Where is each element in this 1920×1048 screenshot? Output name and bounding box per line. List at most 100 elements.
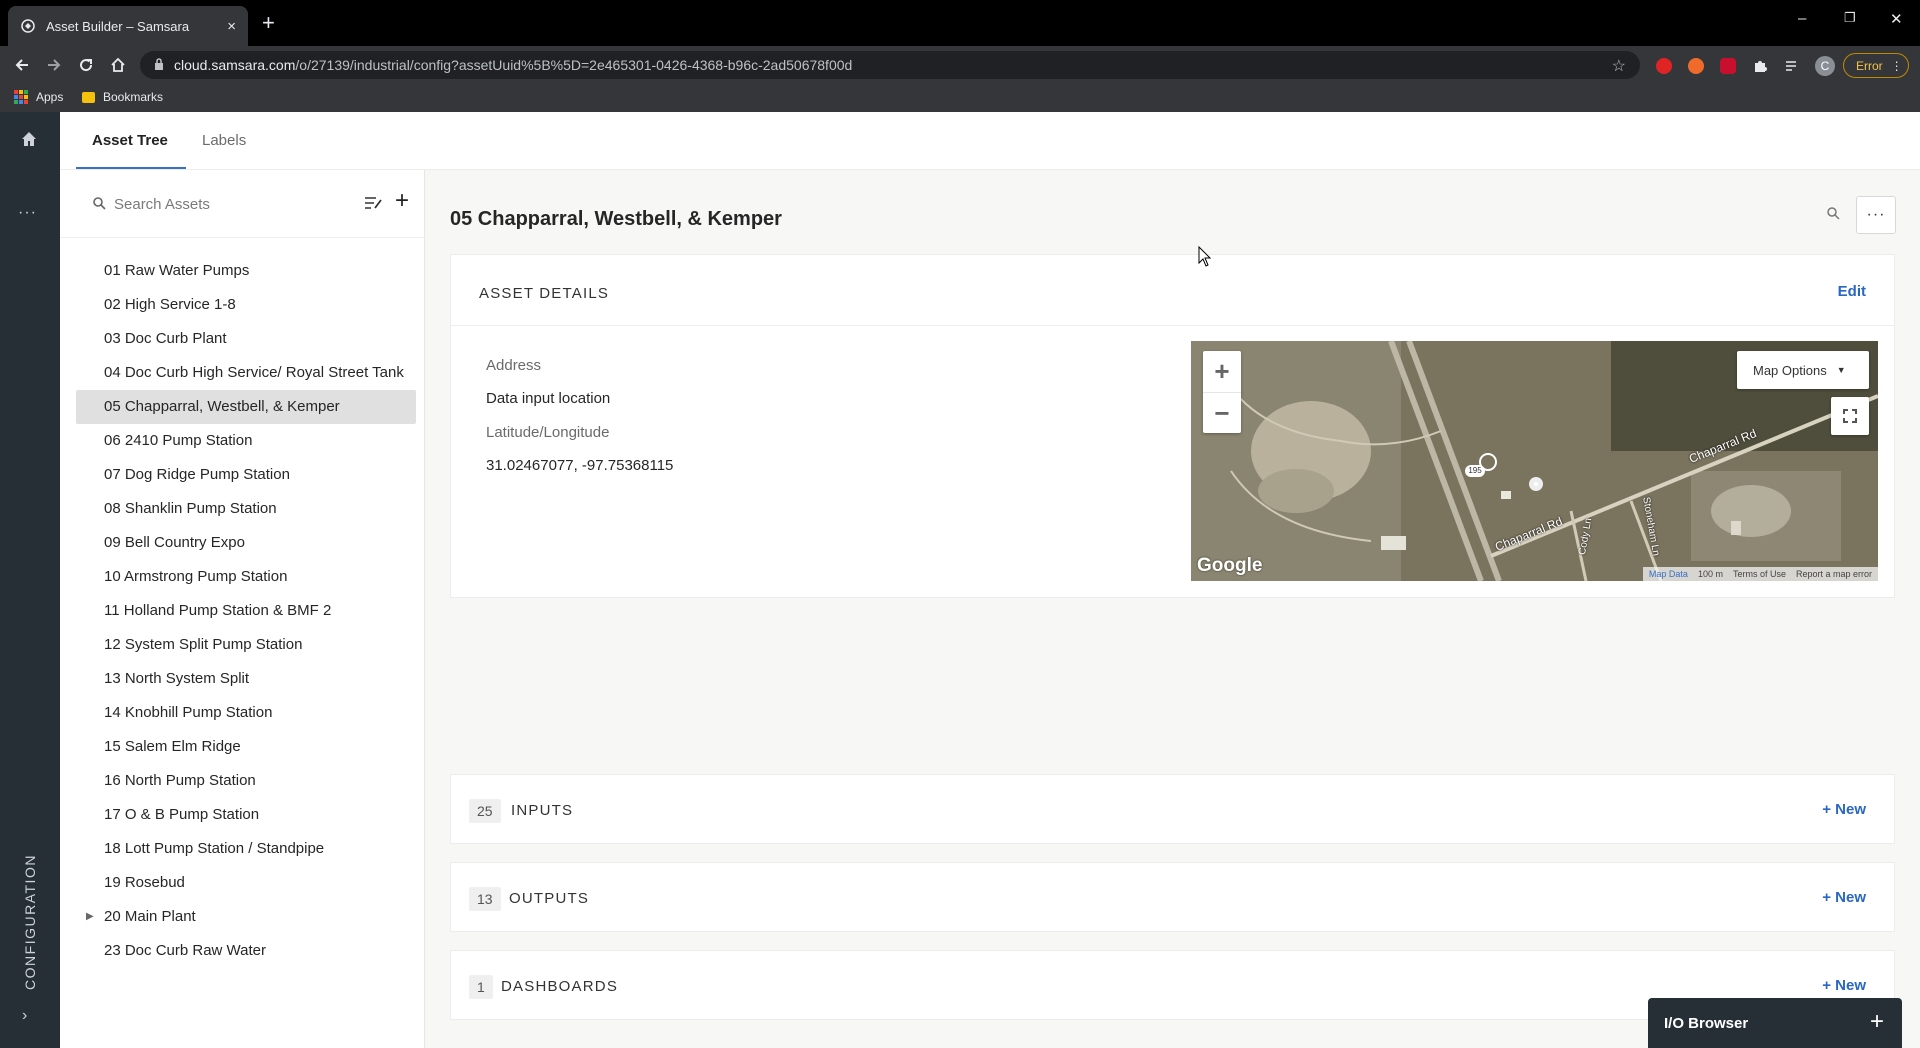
outputs-title: OUTPUTS [509,890,590,907]
io-browser-expand-button[interactable]: + [1870,1008,1884,1036]
search-assets-input[interactable] [114,192,344,216]
map-data-link[interactable]: Map Data [1649,569,1688,579]
inputs-title: INPUTS [511,802,574,819]
minimize-button[interactable]: – [1798,10,1806,27]
latlng-label: Latitude/Longitude [486,424,610,441]
bookmark-bookmarks[interactable]: Bookmarks [82,90,163,104]
home-icon[interactable] [106,53,130,77]
address-bar[interactable]: cloud.samsara.com/o/27139/industrial/con… [140,51,1640,79]
fullscreen-button[interactable] [1831,397,1869,435]
io-browser-title: I/O Browser [1664,1014,1749,1032]
outputs-count-badge: 13 [469,887,501,911]
report-map-error-link[interactable]: Report a map error [1796,569,1872,579]
map-options-button[interactable]: Map Options ▼ [1737,351,1869,389]
terms-link[interactable]: Terms of Use [1733,569,1786,579]
new-output-button[interactable]: + New [1822,889,1866,906]
more-nav-icon[interactable]: ··· [18,204,37,222]
asset-sidebar: + 01 Raw Water Pumps 02 High Service 1-8… [60,170,425,1048]
sort-list-icon[interactable] [364,195,384,211]
expand-rail-chevron-icon[interactable]: › [22,1007,27,1025]
window-close-button[interactable]: ✕ [1890,10,1903,28]
io-browser-panel[interactable]: I/O Browser + [1648,998,1902,1048]
tab-asset-tree[interactable]: Asset Tree [92,132,168,149]
forward-arrow-icon[interactable] [42,53,66,77]
map-options-label: Map Options [1753,362,1827,378]
asset-list-item[interactable]: 18 Lott Pump Station / Standpipe [76,832,416,866]
asset-list-item[interactable]: 15 Salem Elm Ridge [76,730,416,764]
location-marker-icon[interactable] [1479,453,1497,471]
map-footer: Map Data 100 m Terms of Use Report a map… [1642,567,1878,581]
asset-details-title: ASSET DETAILS [479,285,610,302]
asset-list-item[interactable]: 01 Raw Water Pumps [76,254,416,288]
left-nav-rail: ··· CONFIGURATION › [0,112,60,1048]
search-icon[interactable] [1826,206,1842,222]
new-input-button[interactable]: + New [1822,801,1866,818]
asset-list-item[interactable]: 09 Bell Country Expo [76,526,416,560]
map-zoom-control: + − [1203,351,1241,433]
bookmarks-bar: Apps Bookmarks [0,84,1920,112]
inputs-section[interactable]: 25 INPUTS + New [450,774,1895,844]
outputs-section[interactable]: 13 OUTPUTS + New [450,862,1895,932]
asset-list-item[interactable]: 02 High Service 1-8 [76,288,416,322]
edit-button[interactable]: Edit [1838,283,1866,300]
bookmark-star-icon[interactable]: ☆ [1612,56,1626,76]
url-host: cloud.samsara.com [174,57,296,73]
add-asset-button[interactable]: + [395,189,409,213]
asset-list-item-selected[interactable]: 05 Chapparral, Westbell, & Kemper [76,390,416,424]
profile-avatar[interactable]: C [1815,56,1835,76]
home-icon[interactable] [20,130,40,150]
asset-list-item[interactable]: 03 Doc Curb Plant [76,322,416,356]
google-logo: Google [1197,555,1263,576]
bookmark-apps[interactable]: Apps [14,90,63,104]
reload-icon[interactable] [74,53,98,77]
tab-close-icon[interactable]: × [227,18,236,35]
folder-icon [82,91,95,103]
asset-list-item[interactable]: 17 O & B Pump Station [76,798,416,832]
inputs-count-badge: 25 [469,799,501,823]
asset-list-item[interactable]: 08 Shanklin Pump Station [76,492,416,526]
bookmark-apps-label: Apps [36,90,64,104]
expand-caret-icon[interactable]: ▶ [86,900,94,934]
more-options-button[interactable]: ··· [1856,196,1896,234]
browser-tab-title: Asset Builder – Samsara [46,18,190,34]
samsara-favicon-icon [20,18,36,34]
asset-list-item-expandable[interactable]: ▶ 20 Main Plant [76,900,416,934]
asset-list-item[interactable]: 12 System Split Pump Station [76,628,416,662]
asset-list-item[interactable]: 16 North Pump Station [76,764,416,798]
asset-list-item[interactable]: 07 Dog Ridge Pump Station [76,458,416,492]
extension-orange-icon[interactable] [1688,58,1704,74]
location-map[interactable]: 195 Chaparral Rd Chaparral Rd Cody Ln St… [1191,341,1878,581]
asset-list-item[interactable]: 06 2410 Pump Station [76,424,416,458]
active-tab-indicator [76,167,186,169]
back-arrow-icon[interactable] [10,53,34,77]
reading-list-icon[interactable] [1784,58,1800,74]
asset-list-item[interactable]: 10 Armstrong Pump Station [76,560,416,594]
asset-list-item[interactable]: 13 North System Split [76,662,416,696]
extension-red-icon[interactable] [1656,58,1672,74]
asset-list-item[interactable]: 23 Doc Curb Raw Water [76,934,416,968]
extensions-puzzle-icon[interactable] [1752,58,1768,74]
extension-badge-icon[interactable] [1720,58,1736,74]
zoom-in-button[interactable]: + [1203,351,1241,392]
latlng-value: 31.02467077, -97.75368115 [486,457,674,474]
zoom-out-button[interactable]: − [1203,392,1241,433]
new-tab-button[interactable]: + [262,12,275,34]
asset-list-item[interactable]: 19 Rosebud [76,866,416,900]
error-button[interactable]: Error ⋮ [1843,53,1909,78]
asset-list-item[interactable]: 11 Holland Pump Station & BMF 2 [76,594,416,628]
asset-list-item[interactable]: 04 Doc Curb High Service/ Royal Street T… [76,356,416,390]
fullscreen-icon [1843,409,1857,423]
new-dashboard-button[interactable]: + New [1822,977,1866,994]
mouse-pointer-icon [1198,246,1212,267]
browser-tab[interactable]: Asset Builder – Samsara × [8,6,248,46]
tab-labels[interactable]: Labels [202,132,246,149]
app-header: Asset Tree Labels [60,112,1920,170]
asset-list-item[interactable]: 14 Knobhill Pump Station [76,696,416,730]
restore-button[interactable]: ❐ [1844,10,1856,26]
address-label: Address [486,357,542,374]
lock-icon [154,57,164,73]
url-path: /o/27139/industrial/config?assetUuid%5B%… [295,57,853,73]
configuration-label: CONFIGURATION [22,854,38,990]
bookmark-bookmarks-label: Bookmarks [103,90,164,104]
divider [451,325,1894,326]
